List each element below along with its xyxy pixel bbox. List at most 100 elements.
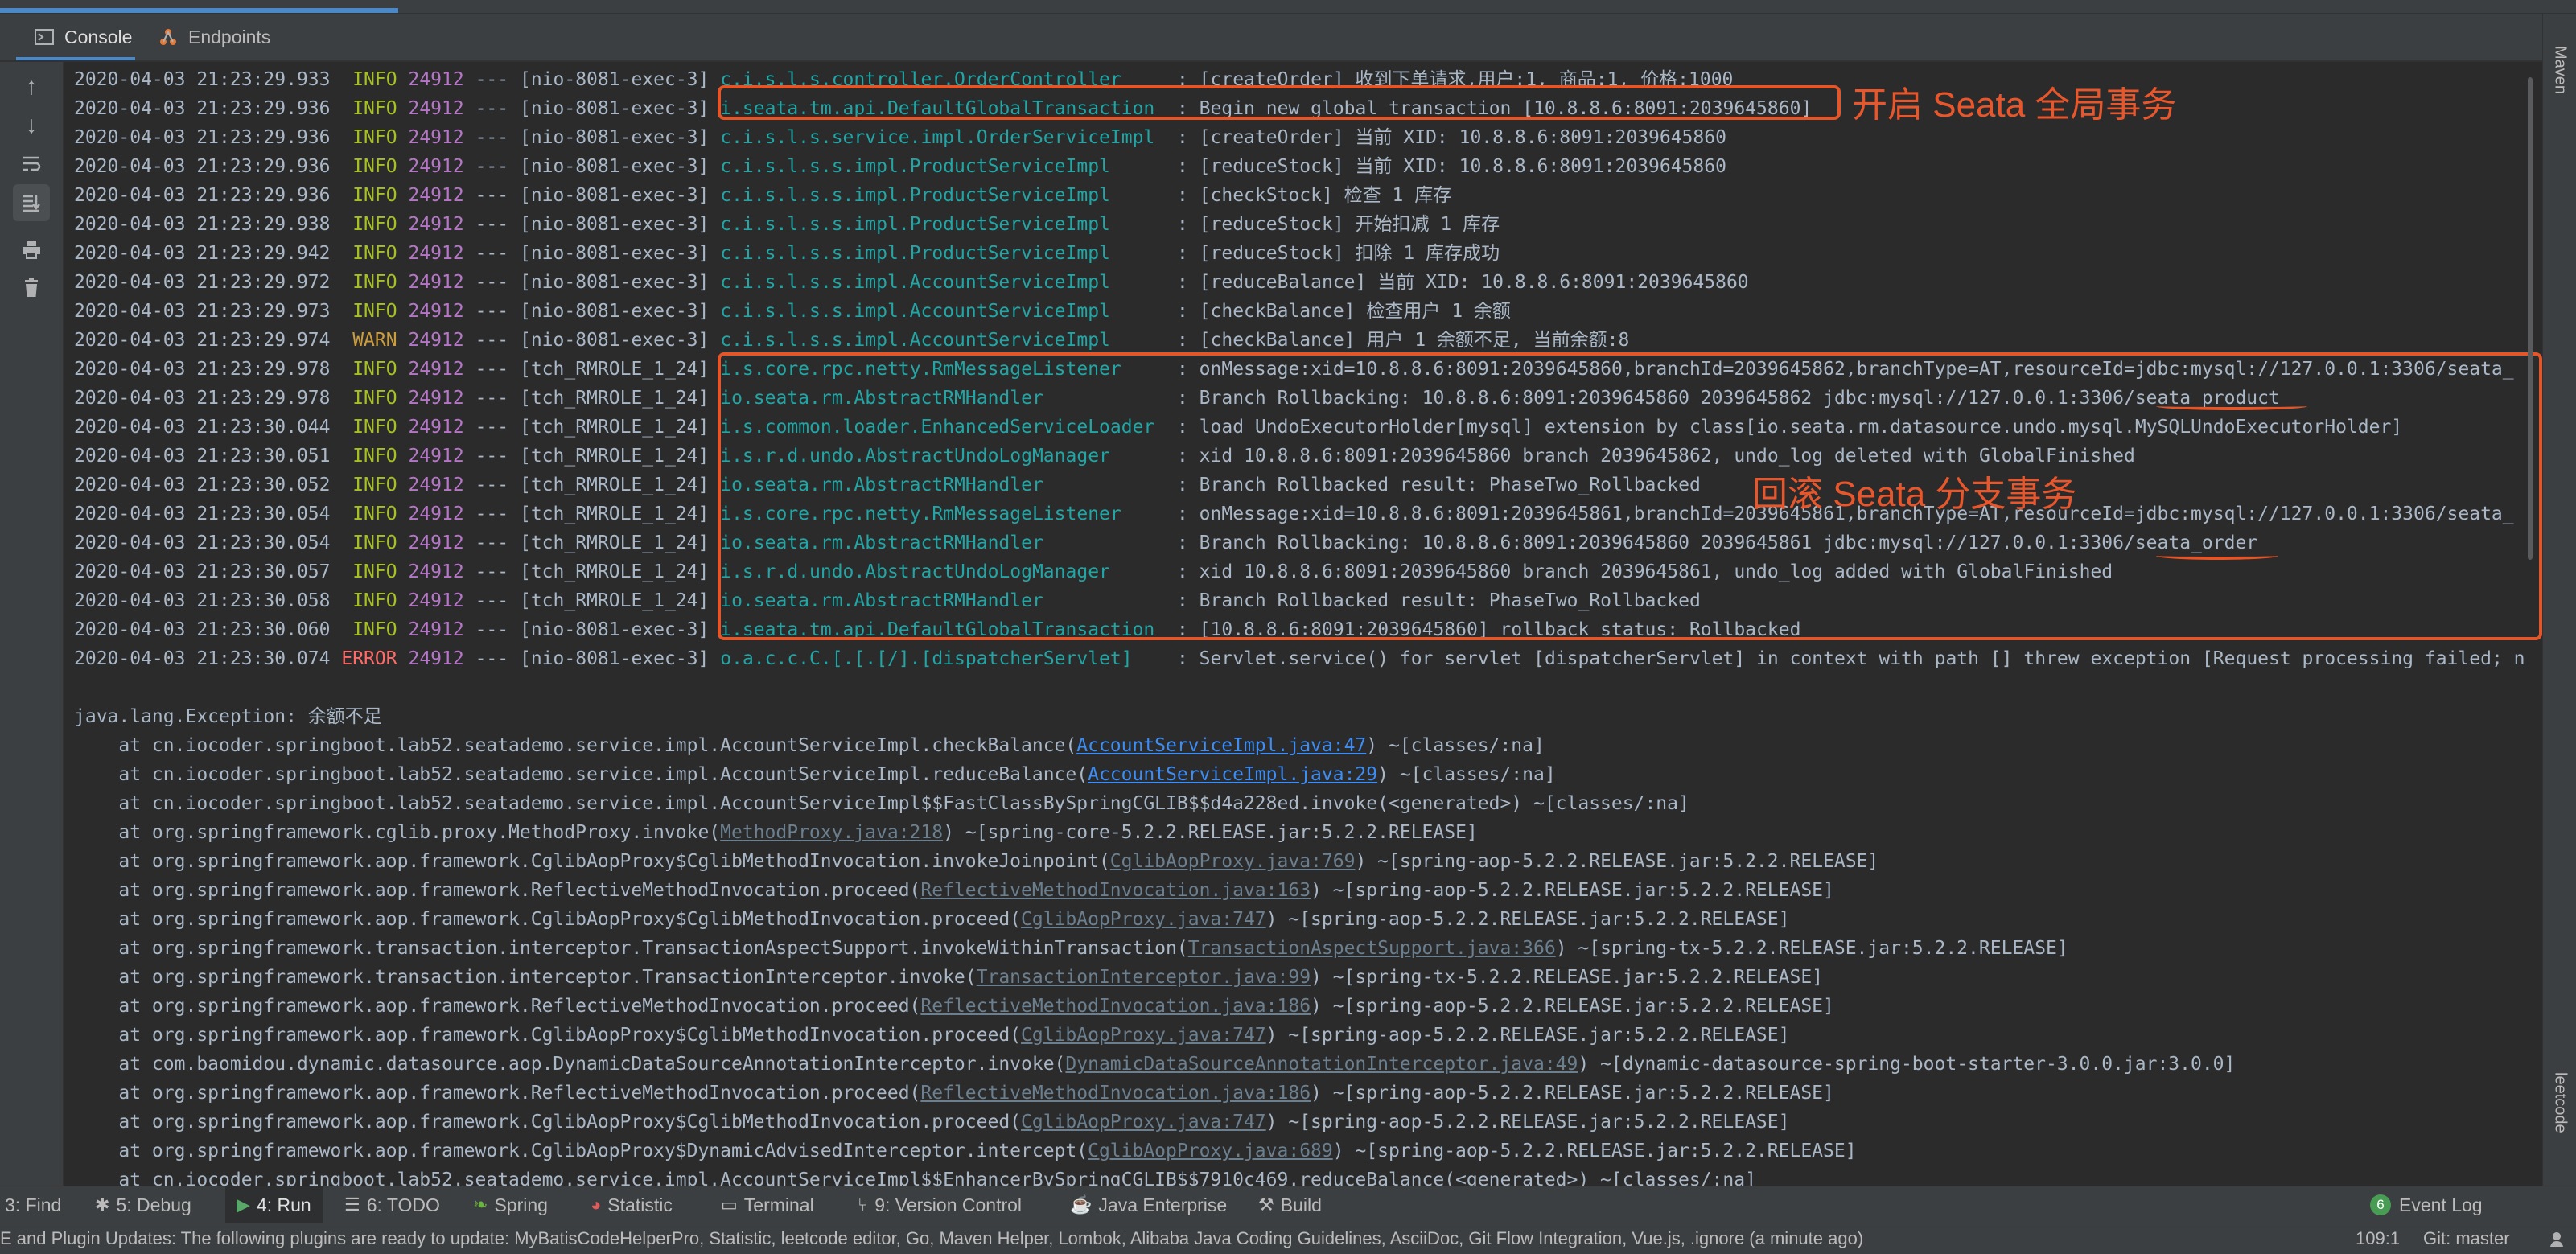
source-link[interactable]: ReflectiveMethodInvocation.java:186 xyxy=(920,1083,1311,1104)
stack-frame-suffix: ) ~[spring-aop-5.2.2.RELEASE.jar:5.2.2.R… xyxy=(1311,880,1834,901)
status-message[interactable]: E and Plugin Updates: The following plug… xyxy=(0,1223,1863,1254)
log-thread: [tch_RMROLE_1_24] xyxy=(519,388,710,409)
stack-frame-suffix: ) ~[dynamic-datasource-spring-boot-start… xyxy=(1578,1054,2236,1075)
scroll-to-end-icon[interactable] xyxy=(13,184,50,221)
log-timestamp: 2020-04-03 21:23:29.974 xyxy=(74,330,331,351)
log-logger[interactable]: o.a.c.c.C.[.[.[/].[dispatcherServlet] xyxy=(720,644,1166,673)
log-level: INFO xyxy=(352,532,397,553)
log-logger[interactable]: c.i.s.l.s.s.impl.ProductServiceImpl xyxy=(720,210,1166,239)
log-pid: 24912 xyxy=(408,243,464,264)
stack-trace-line: at org.springframework.transaction.inter… xyxy=(74,963,1823,992)
source-link[interactable]: DynamicDataSourceAnnotationInterceptor.j… xyxy=(1065,1054,1578,1075)
leetcode-tool-button[interactable]: leetcode xyxy=(2543,1072,2576,1133)
stack-frame: at cn.iocoder.springboot.lab52.seatademo… xyxy=(74,735,1077,756)
source-link[interactable]: CglibAopProxy.java:689 xyxy=(1088,1141,1333,1161)
version-control-tool-button[interactable]: ⑂ 9: Version Control xyxy=(858,1186,1022,1223)
spring-tool-button[interactable]: ❧ Spring xyxy=(473,1186,548,1223)
log-logger[interactable]: c.i.s.l.s.s.impl.AccountServiceImpl xyxy=(720,268,1166,297)
stack-trace-line: at cn.iocoder.springboot.lab52.seatademo… xyxy=(74,760,1555,789)
source-link[interactable]: AccountServiceImpl.java:29 xyxy=(1088,764,1377,785)
log-logger[interactable]: c.i.s.l.s.s.impl.ProductServiceImpl xyxy=(720,152,1166,181)
stack-trace-line: at org.springframework.aop.framework.Ref… xyxy=(74,1079,1834,1108)
log-separator: --- xyxy=(475,619,509,640)
log-thread: [nio-8081-exec-3] xyxy=(519,69,710,90)
up-arrow-icon[interactable]: ↑ xyxy=(13,68,50,105)
tab-endpoints[interactable]: Endpoints xyxy=(158,14,270,60)
console-scrollbar-thumb[interactable] xyxy=(2528,77,2533,560)
log-thread: [nio-8081-exec-3] xyxy=(519,214,710,235)
stack-frame-suffix: ) ~[spring-tx-5.2.2.RELEASE.jar:5.2.2.RE… xyxy=(1311,967,1824,988)
terminal-icon: ▭ xyxy=(721,1194,738,1215)
java-enterprise-label: Java Enterprise xyxy=(1098,1194,1228,1215)
log-separator: --- xyxy=(475,561,509,582)
log-logger[interactable]: c.i.s.l.s.s.impl.AccountServiceImpl xyxy=(720,297,1166,326)
stack-frame-suffix: ) ~[spring-tx-5.2.2.RELEASE.jar:5.2.2.RE… xyxy=(1555,938,2068,959)
log-logger[interactable]: c.i.s.l.s.service.impl.OrderServiceImpl xyxy=(720,123,1166,152)
java-enterprise-tool-button[interactable]: ☕ Java Enterprise xyxy=(1070,1186,1227,1223)
seata-order-underline xyxy=(2156,552,2278,560)
log-message: : [checkStock] 检查 1 库存 xyxy=(1176,185,1452,206)
stack-frame: at org.springframework.transaction.inter… xyxy=(74,967,977,988)
find-tool-button[interactable]: 3: Find xyxy=(5,1186,61,1223)
notification-icon[interactable] xyxy=(2547,1223,2566,1254)
log-logger[interactable]: c.i.s.l.s.s.impl.AccountServiceImpl xyxy=(720,326,1166,355)
stack-trace-line: at org.springframework.aop.framework.Ref… xyxy=(74,992,1834,1021)
source-link[interactable]: ReflectiveMethodInvocation.java:186 xyxy=(920,996,1311,1017)
caret-position[interactable]: 109:1 xyxy=(2356,1223,2400,1254)
maven-tool-button[interactable]: Maven xyxy=(2543,46,2576,94)
build-label: Build xyxy=(1280,1194,1322,1215)
stack-frame: at com.baomidou.dynamic.datasource.aop.D… xyxy=(74,1054,1066,1075)
java-enterprise-icon: ☕ xyxy=(1070,1194,1093,1215)
log-pid: 24912 xyxy=(408,359,464,380)
source-link[interactable]: TransactionAspectSupport.java:366 xyxy=(1188,938,1556,959)
log-level: INFO xyxy=(352,127,397,148)
seata-product-underline xyxy=(2156,402,2307,410)
soft-wrap-icon[interactable] xyxy=(13,146,50,183)
event-log-tool-button[interactable]: 6 Event Log xyxy=(2370,1186,2483,1223)
source-link[interactable]: CglibAopProxy.java:747 xyxy=(1021,1025,1266,1046)
source-link[interactable]: CglibAopProxy.java:769 xyxy=(1110,851,1356,872)
tab-console[interactable]: Console xyxy=(16,14,135,60)
run-tool-button[interactable]: ▶ 4: Run xyxy=(225,1186,323,1223)
log-separator: --- xyxy=(475,214,509,235)
build-tool-button[interactable]: ⚒ Build xyxy=(1258,1186,1322,1223)
source-link[interactable]: TransactionInterceptor.java:99 xyxy=(977,967,1311,988)
event-log-count-badge: 6 xyxy=(2370,1194,2391,1215)
log-level: INFO xyxy=(352,475,397,495)
debug-label: 5: Debug xyxy=(116,1194,191,1215)
stack-frame: at org.springframework.aop.framework.Ref… xyxy=(74,1083,921,1104)
statistic-tool-button[interactable]: ◕ Statistic xyxy=(591,1186,673,1223)
log-level: INFO xyxy=(352,156,397,177)
trash-icon[interactable] xyxy=(13,269,50,306)
terminal-tool-button[interactable]: ▭ Terminal xyxy=(721,1186,814,1223)
print-icon[interactable] xyxy=(13,231,50,268)
log-separator: --- xyxy=(475,590,509,611)
log-level: INFO xyxy=(352,98,397,119)
log-level: INFO xyxy=(352,446,397,467)
log-logger[interactable]: c.i.s.l.s.s.impl.ProductServiceImpl xyxy=(720,181,1166,210)
todo-tool-button[interactable]: ☰ 6: TODO xyxy=(344,1186,440,1223)
log-level: INFO xyxy=(352,214,397,235)
source-link[interactable]: CglibAopProxy.java:747 xyxy=(1021,909,1266,930)
log-separator: --- xyxy=(475,417,509,438)
debug-tool-button[interactable]: ✱ 5: Debug xyxy=(95,1186,191,1223)
begin-global-transaction-highlight xyxy=(718,85,1841,120)
stack-trace-line: at org.springframework.aop.framework.Cgl… xyxy=(74,1021,1789,1050)
log-logger[interactable]: c.i.s.l.s.s.impl.ProductServiceImpl xyxy=(720,239,1166,268)
source-link[interactable]: AccountServiceImpl.java:47 xyxy=(1076,735,1366,756)
log-thread: [nio-8081-exec-3] xyxy=(519,127,710,148)
stack-trace-line: at org.springframework.aop.framework.Cgl… xyxy=(74,1137,1856,1166)
git-branch[interactable]: Git: master xyxy=(2423,1223,2510,1254)
log-separator: --- xyxy=(475,69,509,90)
log-level: WARN xyxy=(352,330,397,351)
source-link[interactable]: ReflectiveMethodInvocation.java:163 xyxy=(920,880,1311,901)
todo-label: 6: TODO xyxy=(366,1194,440,1215)
source-link[interactable]: MethodProxy.java:218 xyxy=(720,822,943,843)
spring-icon: ❧ xyxy=(473,1194,488,1215)
stack-frame-suffix: ) ~[spring-aop-5.2.2.RELEASE.jar:5.2.2.R… xyxy=(1311,996,1834,1017)
log-thread: [nio-8081-exec-3] xyxy=(519,648,710,669)
source-link[interactable]: CglibAopProxy.java:747 xyxy=(1021,1112,1266,1133)
down-arrow-icon[interactable]: ↓ xyxy=(13,107,50,144)
log-thread: [nio-8081-exec-3] xyxy=(519,272,710,293)
event-log-label: Event Log xyxy=(2399,1194,2483,1215)
